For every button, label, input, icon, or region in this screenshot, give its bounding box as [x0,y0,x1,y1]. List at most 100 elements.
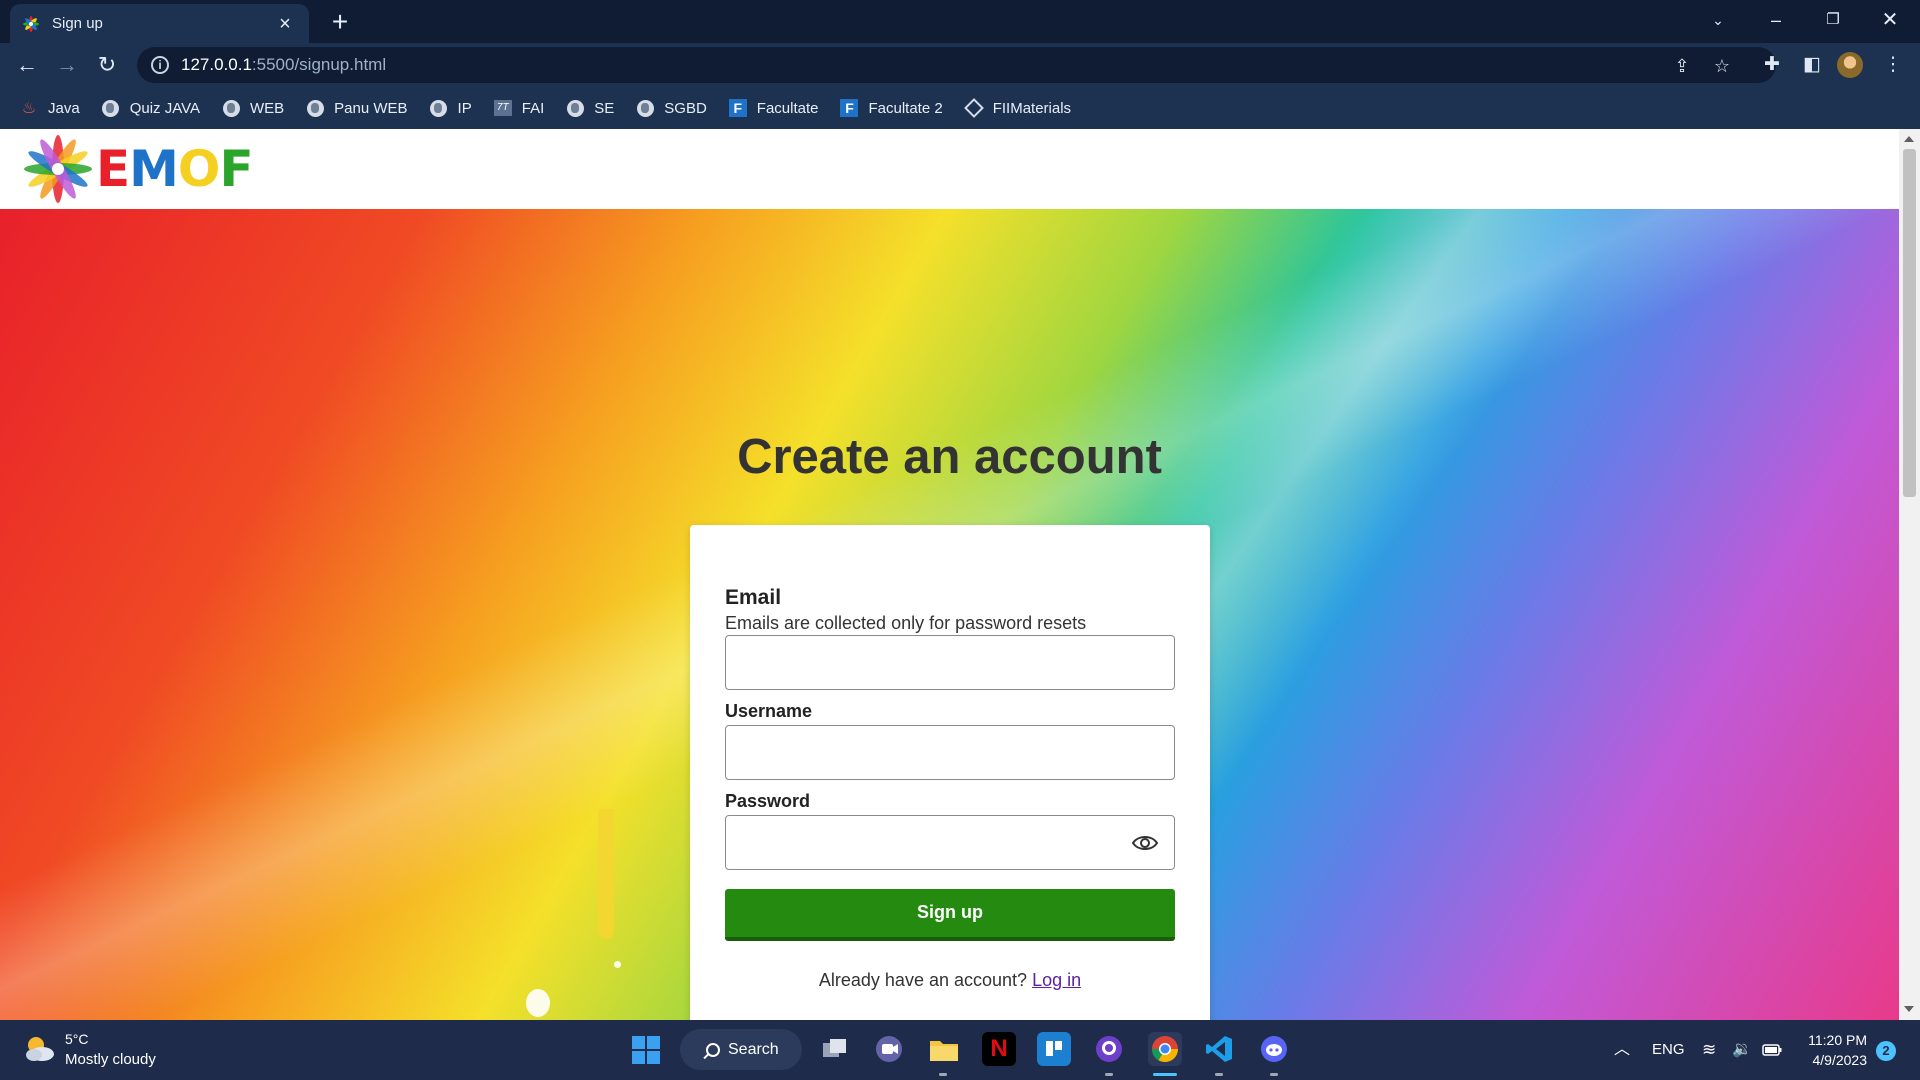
discord-icon[interactable] [1257,1032,1291,1066]
extensions-puzzle-icon[interactable]: ✚ [1758,51,1786,79]
paint-drip [598,809,614,939]
file-explorer-icon[interactable] [927,1032,961,1066]
share-icon[interactable]: ⇪ [1670,54,1694,78]
page-title: Create an account [737,430,1162,484]
bookmark-fiimaterials[interactable]: FIIMaterials [963,98,1072,118]
notification-badge[interactable]: 2 [1876,1041,1896,1061]
facultate-icon: F [728,99,747,117]
active-tab[interactable]: Sign up × [10,4,309,43]
bookmark-ip[interactable]: IP [430,99,472,117]
search-label: Search [728,1040,779,1058]
page-scrollbar[interactable] [1899,129,1920,1020]
github-icon[interactable] [1092,1032,1126,1066]
battery-icon[interactable] [1762,1020,1782,1080]
app-running-indicator [939,1073,947,1076]
flower-logo-icon [24,135,92,203]
password-input[interactable] [725,815,1175,870]
bookmark-label: FIIMaterials [992,99,1072,117]
weather-temperature[interactable]: 5°C [65,1031,89,1047]
bookmark-label: IP [457,99,472,117]
scrollbar-thumb[interactable] [1903,149,1916,497]
forward-arrow-icon[interactable]: → [52,50,82,80]
weather-description[interactable]: Mostly cloudy [65,1051,156,1068]
globe-icon [636,99,654,117]
chrome-icon[interactable] [1148,1032,1182,1066]
menu-kebab-icon[interactable]: ⋮ [1879,51,1907,79]
site-info-icon[interactable]: i [151,56,169,74]
page-viewport: EMOF Create an account Email Emails are … [0,129,1899,1020]
globe-icon [102,99,120,117]
logo-wordmark: EMOF [96,140,254,198]
cloudy-weather-icon[interactable] [22,1033,56,1063]
logo-letter: M [129,140,179,198]
teams-chat-icon[interactable] [872,1032,906,1066]
paint-splash [614,961,621,968]
netflix-icon[interactable]: N [982,1032,1016,1066]
scroll-up-icon[interactable] [1904,136,1914,142]
fiimaterials-icon [963,98,984,118]
bookmark-quiz-java[interactable]: Quiz JAVA [102,99,200,117]
language-indicator[interactable]: ENG [1652,1020,1685,1080]
trello-icon[interactable] [1037,1032,1071,1066]
system-clock[interactable]: 11:20 PM 4/9/2023 [1801,1030,1867,1070]
show-password-eye-icon[interactable] [1131,832,1159,854]
new-tab-button[interactable]: + [324,6,356,38]
java-icon: ♨ [21,100,37,117]
bookmark-se[interactable]: SE [566,99,614,117]
signup-button[interactable]: Sign up [725,889,1175,941]
app-running-indicator [1105,1073,1113,1076]
globe-icon [306,99,324,117]
address-bar[interactable]: i 127.0.0.1 :5500/signup.html ⇪ ☆ [137,47,1776,83]
bookmark-label: Facultate [756,99,819,117]
bookmark-facultate-2[interactable]: F Facultate 2 [840,99,943,117]
scroll-down-icon[interactable] [1904,1006,1914,1012]
reload-icon[interactable]: ↻ [92,50,122,80]
wifi-icon[interactable]: ≋ [1702,1020,1716,1080]
bookmark-sgbd[interactable]: SGBD [636,99,707,117]
show-hidden-icons-chevron-icon[interactable]: ︿ [1614,1020,1630,1080]
restore-button[interactable]: ❐ [1813,2,1853,38]
bookmark-label: Facultate 2 [868,99,943,117]
side-panel-icon[interactable]: ◧ [1798,51,1826,79]
app-running-indicator [1270,1073,1278,1076]
emof-favicon-icon [22,15,40,33]
close-window-button[interactable]: ✕ [1870,2,1910,38]
bookmark-label: WEB [250,99,285,117]
email-input[interactable] [725,635,1175,690]
volume-icon[interactable]: 🔉 [1732,1020,1752,1080]
profile-avatar[interactable] [1837,52,1863,78]
fai-icon: 7T [493,99,512,117]
bookmark-web[interactable]: WEB [222,99,284,117]
app-running-indicator [1215,1073,1223,1076]
bookmark-facultate[interactable]: F Facultate [728,99,819,117]
logo-letter: O [177,140,221,198]
bookmark-star-icon[interactable]: ☆ [1710,54,1734,78]
username-label: Username [725,701,813,721]
windows-start-icon[interactable] [632,1036,660,1064]
signup-card: Email Emails are collected only for pass… [690,525,1210,1020]
login-link[interactable]: Log in [1032,970,1081,990]
username-input[interactable] [725,725,1175,780]
browser-titlebar: Sign up × + ⌄ – ❐ ✕ [0,0,1920,43]
tab-search-chevron-icon[interactable]: ⌄ [1698,2,1738,38]
task-view-icon[interactable] [818,1032,852,1066]
taskbar-search[interactable]: Search [680,1029,802,1070]
clock-time: 11:20 PM [1808,1032,1867,1048]
bookmark-java[interactable]: ♨ Java [20,99,80,118]
back-arrow-icon[interactable]: ← [12,50,42,80]
emof-logo[interactable]: EMOF [20,133,254,205]
vscode-icon[interactable] [1202,1032,1236,1066]
windows-taskbar: 5°C Mostly cloudy Search N ︿ ENG ≋ 🔉 11:… [0,1020,1920,1080]
bookmark-fai[interactable]: 7T FAI [493,99,544,117]
bookmark-label: Panu WEB [334,99,408,117]
url-path: :5500/signup.html [251,55,387,74]
tab-close-icon[interactable]: × [273,12,297,36]
password-label: Password [725,791,811,811]
search-icon [706,1042,720,1057]
bookmark-panu-web[interactable]: Panu WEB [306,99,408,117]
paint-splash [526,989,550,1017]
minimize-button[interactable]: – [1756,2,1796,38]
clock-date: 4/9/2023 [1812,1052,1868,1068]
logo-letter: E [96,140,130,198]
login-prompt-row: Already have an account? Log in [690,970,1210,991]
